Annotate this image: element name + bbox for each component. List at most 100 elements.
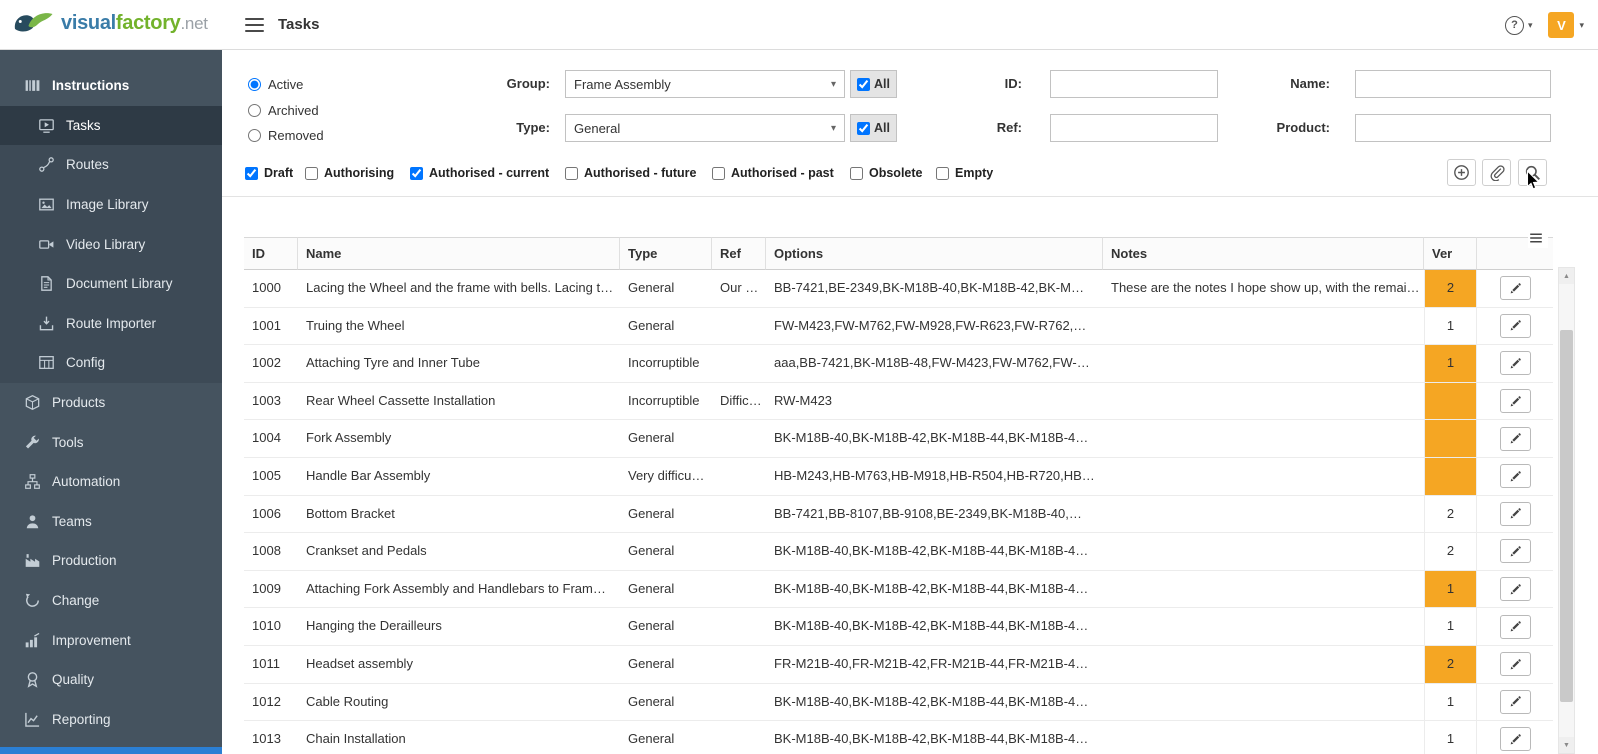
sidebar-item-quality[interactable]: Quality [0, 660, 222, 700]
state-checkbox-input[interactable] [712, 166, 725, 180]
scrollbar-thumb[interactable] [1560, 330, 1573, 702]
table-row[interactable]: 1006 Bottom Bracket General BB-7421,BB-8107… [244, 495, 1553, 534]
help-menu[interactable]: ? ▾ [1504, 15, 1532, 35]
state-checkbox-authorised-past[interactable]: Authorised - past [712, 165, 834, 181]
status-radio-input[interactable] [248, 103, 261, 117]
brand-text: visualfactory.net [61, 12, 208, 35]
edit-row-button[interactable] [1499, 389, 1531, 414]
cell-ref: Diffic… [720, 392, 762, 408]
table-scrollbar[interactable]: ▲ ▼ [1558, 267, 1575, 754]
sidebar-item-automation[interactable]: Automation [0, 462, 222, 502]
table-row[interactable]: 1013 Chain Installation General BK-M18B-40,… [244, 721, 1553, 754]
table-row[interactable]: 1002 Attaching Tyre and Inner Tube Incorru… [244, 345, 1553, 383]
type-all-checkbox-input[interactable] [857, 121, 870, 135]
product-filter-input[interactable] [1355, 114, 1551, 142]
search-button[interactable] [1518, 159, 1547, 186]
state-checkbox-input[interactable] [565, 166, 578, 180]
brand-part-net: .net [180, 13, 208, 33]
sidebar-item-reporting[interactable]: Reporting [0, 700, 222, 740]
type-select[interactable]: General ▾ [565, 114, 845, 142]
state-checkbox-input[interactable] [410, 166, 423, 180]
table-row[interactable]: 1005 Handle Bar Assembly Very difficu… HB-M… [244, 457, 1553, 496]
sidebar-item-production[interactable]: Production [0, 541, 222, 581]
sidebar-item-teams[interactable]: Teams [0, 502, 222, 542]
name-filter-input[interactable] [1355, 70, 1551, 98]
sidebar-item-routes[interactable]: Routes [0, 145, 222, 185]
type-all-checkbox[interactable]: All [850, 114, 897, 142]
state-checkbox-authorising[interactable]: Authorising [305, 165, 394, 181]
edit-row-button[interactable] [1499, 501, 1531, 526]
edit-row-button[interactable] [1499, 614, 1531, 639]
state-checkbox-empty[interactable]: Empty [936, 165, 993, 181]
edit-row-button[interactable] [1499, 426, 1531, 451]
add-task-button[interactable] [1447, 159, 1476, 186]
table-row[interactable]: 1004 Fork Assembly General BK-M18B-40,BK-M1… [244, 420, 1553, 458]
group-all-checkbox-input[interactable] [857, 77, 870, 91]
state-checkbox-authorised-current[interactable]: Authorised - current [410, 165, 549, 181]
status-radio-active[interactable]: Active [248, 72, 324, 98]
visualfactory-logo[interactable]: visualfactory.net [12, 8, 208, 38]
table-row[interactable]: 1009 Attaching Fork Assembly and Handleba… [244, 570, 1553, 609]
column-header-options[interactable]: Options [766, 237, 1103, 270]
column-header-type[interactable]: Type [620, 237, 712, 270]
edit-row-button[interactable] [1499, 539, 1531, 564]
tasks-table: ID Name Type Ref Options Notes Ver 1000 Lacing … [244, 237, 1553, 754]
column-menu-icon[interactable] [1528, 230, 1548, 248]
id-filter-input[interactable] [1050, 70, 1218, 98]
edit-row-button[interactable] [1499, 727, 1531, 752]
status-radio-input[interactable] [248, 78, 261, 92]
column-header-name[interactable]: Name [298, 237, 620, 270]
menu-toggle-icon[interactable] [245, 18, 264, 32]
column-header-ref[interactable]: Ref [712, 237, 766, 270]
table-row[interactable]: 1008 Crankset and Pedals General BK-M18B-40… [244, 533, 1553, 571]
attach-button[interactable] [1482, 159, 1511, 186]
state-checkbox-obsolete[interactable]: Obsolete [850, 165, 923, 181]
column-header-ver[interactable]: Ver [1424, 237, 1477, 270]
edit-row-button[interactable] [1499, 313, 1531, 338]
state-checkbox-input[interactable] [936, 166, 949, 180]
scroll-up-arrow[interactable]: ▲ [1559, 268, 1574, 284]
table-row[interactable]: 1000 Lacing the Wheel and the frame with … [244, 270, 1553, 308]
edit-row-button[interactable] [1499, 351, 1531, 376]
sidebar-item-change[interactable]: Change [0, 581, 222, 621]
edit-row-button[interactable] [1499, 464, 1531, 489]
sidebar-item-tasks[interactable]: Tasks [0, 105, 222, 146]
group-all-checkbox[interactable]: All [850, 70, 897, 98]
state-checkbox-input[interactable] [245, 166, 258, 180]
table-row[interactable]: 1010 Hanging the Derailleurs General BK-M18… [244, 608, 1553, 646]
ref-filter-input[interactable] [1050, 114, 1218, 142]
sidebar-item-tools[interactable]: Tools [0, 422, 222, 462]
user-menu[interactable]: V ▾ [1548, 12, 1584, 38]
edit-row-button[interactable] [1499, 276, 1531, 301]
sidebar-item-image-library[interactable]: Image Library [0, 184, 222, 225]
edit-row-button[interactable] [1499, 652, 1531, 677]
cell-notes [1103, 383, 1424, 420]
column-header-notes[interactable]: Notes [1103, 237, 1424, 270]
table-row[interactable]: 1001 Truing the Wheel General FW-M423,FW-M7… [244, 307, 1553, 346]
scroll-down-arrow[interactable]: ▼ [1559, 737, 1574, 753]
column-header-id[interactable]: ID [244, 237, 298, 270]
status-radio-archived[interactable]: Archived [248, 98, 324, 124]
edit-row-button[interactable] [1499, 689, 1531, 714]
table-row[interactable]: 1003 Rear Wheel Cassette Installation Inco… [244, 382, 1553, 421]
sidebar-item-document-library[interactable]: Document Library [0, 263, 222, 304]
group-select[interactable]: Frame Assembly ▾ [565, 70, 845, 98]
state-checkbox-input[interactable] [305, 166, 318, 180]
edit-row-button[interactable] [1499, 577, 1531, 602]
sidebar-item-products[interactable]: Products [0, 383, 222, 423]
state-checkbox-draft[interactable]: Draft [245, 165, 293, 181]
state-checkbox-authorised-future[interactable]: Authorised - future [565, 165, 697, 181]
sidebar-item-config[interactable]: Config [0, 343, 222, 383]
table-row[interactable]: 1012 Cable Routing General BK-M18B-40,BK-M1… [244, 683, 1553, 722]
sidebar-item-route-importer[interactable]: Route Importer [0, 303, 222, 344]
table-row[interactable]: 1011 Headset assembly General FR-M21B-40,FR… [244, 645, 1553, 684]
state-checkbox-input[interactable] [850, 166, 863, 180]
sidebar-item-improvement[interactable]: Improvement [0, 620, 222, 660]
sidebar-item-video-library[interactable]: Video Library [0, 224, 222, 264]
cell-ver [1424, 382, 1477, 420]
status-radio-removed[interactable]: Removed [248, 123, 324, 149]
ref-filter-label: Ref: [996, 120, 1022, 135]
status-radio-input[interactable] [248, 129, 261, 143]
sidebar-item-instructions[interactable]: Instructions [0, 66, 222, 106]
cell-options: BB-7421,BE-2349,BK-M18B-40,BK-M18B-42,BK… [774, 280, 1084, 295]
